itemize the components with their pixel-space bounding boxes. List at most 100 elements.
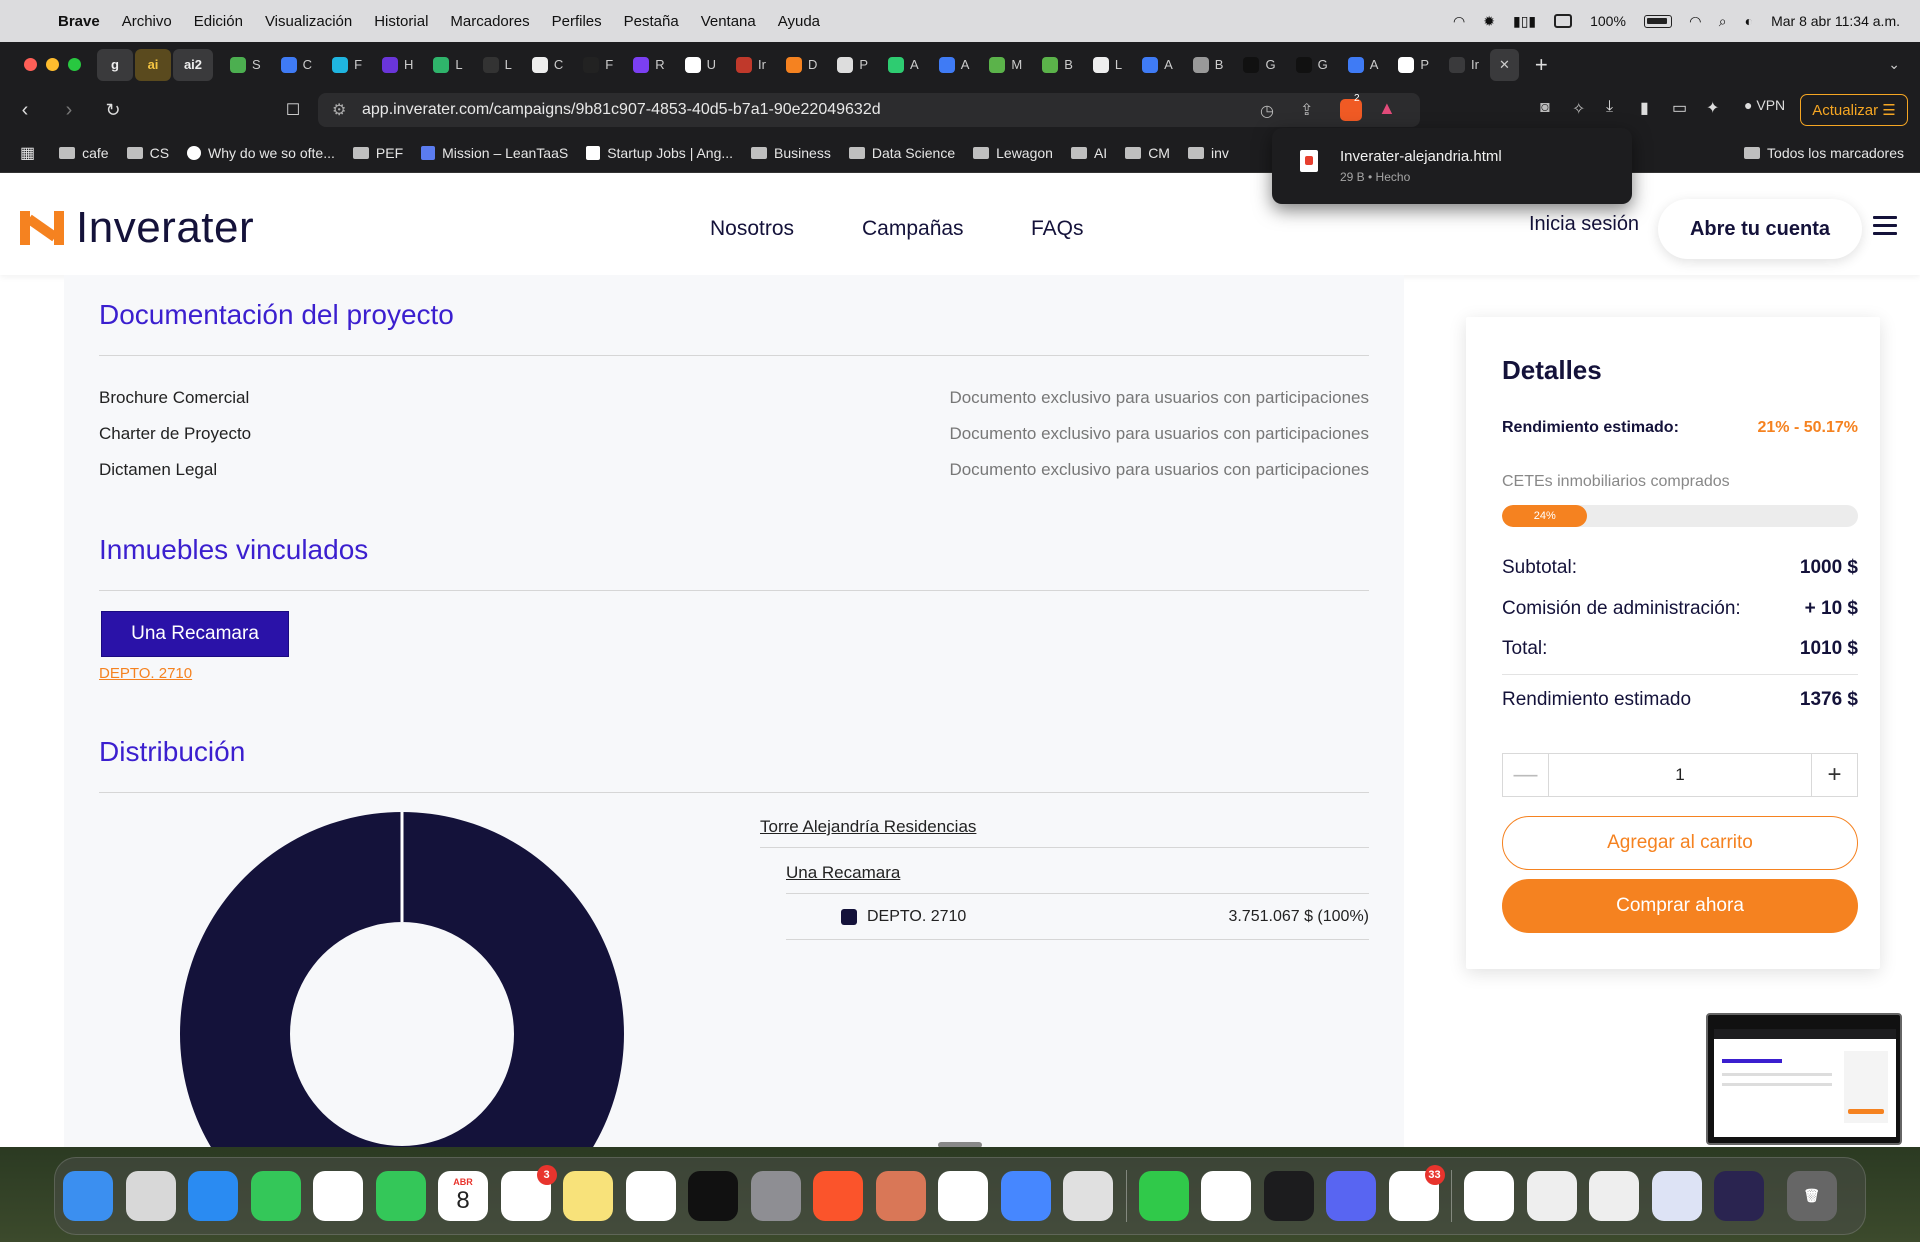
stocks-icon[interactable]: [688, 1171, 738, 1221]
menu-perfiles[interactable]: Perfiles: [552, 13, 602, 30]
brave-rewards-icon[interactable]: ▲: [1378, 98, 1396, 119]
menu-marcadores[interactable]: Marcadores: [450, 13, 529, 30]
add-to-cart-button[interactable]: Agregar al carrito: [1502, 816, 1858, 870]
browser-tab[interactable]: A: [879, 49, 928, 81]
all-bookmarks-folder[interactable]: Todos los marcadores: [1744, 145, 1904, 161]
open-account-button[interactable]: Abre tu cuenta: [1658, 199, 1862, 259]
zoom-window-icon[interactable]: [68, 58, 81, 71]
bookmark-folder[interactable]: AI: [1070, 145, 1107, 161]
address-bar[interactable]: ⚙ app.inverater.com/campaigns/9b81c907-4…: [318, 93, 1420, 127]
nordvpn-icon[interactable]: [1000, 1171, 1051, 1221]
unit-type-link[interactable]: Una Recamara: [786, 863, 900, 883]
history-icon[interactable]: ◷: [1260, 101, 1274, 121]
browser-tab[interactable]: L: [424, 49, 471, 81]
launchpad-icon[interactable]: [125, 1171, 176, 1221]
download-icon[interactable]: ⤓: [1606, 98, 1613, 116]
bookmark-folder[interactable]: Business: [751, 145, 831, 161]
bookmark-folder[interactable]: cafe: [59, 145, 109, 161]
leo-ai-icon[interactable]: ✦: [1706, 98, 1719, 118]
bookmark-folder[interactable]: CM: [1125, 145, 1170, 161]
spreadsheet-thumbnail-icon[interactable]: [1589, 1171, 1639, 1221]
site-settings-icon[interactable]: ⚙: [332, 100, 350, 120]
browser-tab[interactable]: M: [980, 49, 1031, 81]
extensions-icon[interactable]: ✧: [1572, 99, 1585, 119]
menu-clock[interactable]: Mar 8 abr 11:34 a.m.: [1771, 13, 1900, 29]
iphone-mirroring-icon[interactable]: [1063, 1171, 1113, 1221]
browser-tab[interactable]: Ir: [727, 49, 775, 81]
apps-grid-icon[interactable]: ▦: [20, 143, 35, 163]
camera-icon[interactable]: ◙: [1540, 99, 1550, 117]
menu-edicion[interactable]: Edición: [194, 13, 243, 30]
share-icon[interactable]: ⇪: [1300, 100, 1313, 120]
minimize-window-icon[interactable]: [46, 58, 59, 71]
slack-icon[interactable]: 33: [1388, 1165, 1445, 1221]
pinned-tab-ai[interactable]: ai: [135, 48, 171, 81]
tab-close-active[interactable]: ✕: [1490, 48, 1519, 81]
browser-tab[interactable]: P: [828, 49, 877, 81]
browser-tab[interactable]: G: [1234, 49, 1284, 81]
menu-app-name[interactable]: Brave: [58, 13, 100, 30]
battery-icon[interactable]: [1643, 14, 1672, 28]
close-tab-icon[interactable]: ✕: [1499, 57, 1510, 73]
hamburger-menu-icon[interactable]: [1873, 216, 1897, 240]
browser-tab[interactable]: L: [474, 49, 521, 81]
tower-link[interactable]: Torre Alejandría Residencias: [760, 817, 976, 837]
doc-thumbnail-icon[interactable]: [1464, 1171, 1514, 1221]
decrement-button[interactable]: —: [1503, 754, 1548, 796]
reminders-icon[interactable]: 3: [500, 1165, 557, 1221]
inverater-logo[interactable]: Inverater: [20, 203, 254, 253]
facetime-icon[interactable]: [375, 1171, 426, 1221]
close-window-icon[interactable]: [24, 58, 37, 71]
browser-tab[interactable]: R: [624, 49, 673, 81]
download-popup[interactable]: Inverater-alejandria.html 29 B • Hecho: [1272, 128, 1632, 204]
discord-icon[interactable]: [1326, 1171, 1376, 1221]
update-button[interactable]: Actualizar ☰: [1800, 94, 1908, 126]
pinned-tab-g[interactable]: g: [97, 48, 133, 81]
browser-tab[interactable]: U: [676, 49, 725, 81]
bookmark-folder[interactable]: inv: [1187, 145, 1229, 161]
creative-cloud-icon[interactable]: ◠: [1453, 13, 1465, 30]
property-unit-link[interactable]: DEPTO. 2710: [99, 665, 192, 682]
reload-icon[interactable]: ↻: [98, 100, 128, 121]
login-link[interactable]: Inicia sesión: [1529, 213, 1639, 236]
calendar-icon[interactable]: ABR 8: [438, 1171, 488, 1221]
bookmark-link[interactable]: Startup Jobs | Ang...: [586, 145, 733, 161]
bookmark-folder[interactable]: Data Science: [848, 145, 955, 161]
brave-icon[interactable]: [813, 1171, 863, 1221]
search-icon[interactable]: ⌕: [1719, 13, 1727, 30]
sidebar-icon[interactable]: ▮: [1640, 98, 1649, 118]
chatgpt-icon[interactable]: [938, 1171, 988, 1221]
screenshot-thumbnail[interactable]: [1706, 1013, 1902, 1145]
nav-nosotros[interactable]: Nosotros: [710, 217, 794, 241]
browser-tab[interactable]: F: [323, 49, 371, 81]
messages-icon[interactable]: [250, 1171, 301, 1221]
chrome-icon[interactable]: [1201, 1171, 1251, 1221]
bookmark-folder[interactable]: Lewagon: [973, 145, 1053, 161]
menu-pestana[interactable]: Pestaña: [624, 13, 679, 30]
nav-faqs[interactable]: FAQs: [1031, 217, 1084, 241]
menu-archivo[interactable]: Archivo: [122, 13, 172, 30]
browser-tab[interactable]: S: [221, 49, 270, 81]
screenshot-thumbnail-icon[interactable]: [1651, 1171, 1702, 1221]
bookmark-folder[interactable]: PEF: [352, 145, 403, 161]
menu-ventana[interactable]: Ventana: [701, 13, 756, 30]
browser-tab[interactable]: A: [930, 49, 979, 81]
audio-levels-icon[interactable]: ▮▯▮: [1513, 13, 1536, 30]
system-settings-icon[interactable]: [750, 1171, 801, 1221]
property-type-tag[interactable]: Una Recamara: [101, 611, 289, 657]
browser-tab[interactable]: F: [574, 49, 622, 81]
back-icon[interactable]: ‹: [10, 99, 40, 122]
wallet-icon[interactable]: ▭: [1672, 98, 1687, 118]
nav-campanas[interactable]: Campañas: [862, 217, 964, 241]
voice-memos-icon[interactable]: [1263, 1171, 1314, 1221]
bookmark-link[interactable]: Why do we so ofte...: [187, 145, 335, 161]
menu-visualizacion[interactable]: Visualización: [265, 13, 352, 30]
buy-now-button[interactable]: Comprar ahora: [1502, 879, 1858, 933]
spreadsheet-thumbnail-icon[interactable]: [1526, 1171, 1577, 1221]
display-icon[interactable]: [1554, 14, 1573, 28]
browser-tab[interactable]: B: [1033, 49, 1082, 81]
browser-tab[interactable]: P: [1389, 49, 1438, 81]
bookmark-icon[interactable]: ☐: [278, 100, 308, 120]
wifi-icon[interactable]: ◜◝: [1690, 13, 1701, 30]
menu-ayuda[interactable]: Ayuda: [778, 13, 820, 30]
